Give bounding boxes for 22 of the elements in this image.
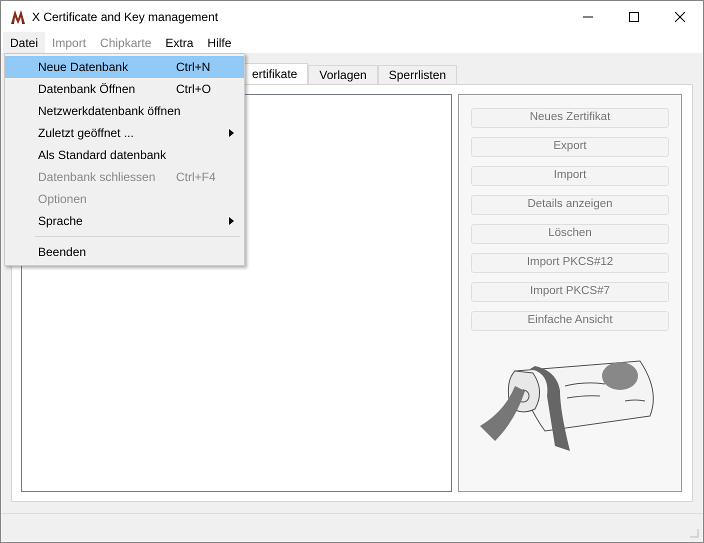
menu-bar-item[interactable]: Extra xyxy=(158,32,200,53)
tab[interactable]: Vorlagen xyxy=(308,65,378,84)
submenu-arrow-icon xyxy=(229,217,234,225)
close-icon xyxy=(675,12,685,22)
menu-item[interactable]: Sprache xyxy=(5,210,244,232)
resize-grip-icon[interactable] xyxy=(688,527,700,539)
submenu-arrow-icon xyxy=(229,129,234,137)
window-title: X Certificate and Key management xyxy=(32,8,218,26)
app-logo-icon xyxy=(10,8,26,24)
shortcut-label: Ctrl+O xyxy=(176,81,212,98)
menu-item[interactable]: Als Standard datenbank xyxy=(5,144,244,166)
menu-item[interactable]: Neue Datenbank Ctrl+N xyxy=(5,56,244,78)
shortcut-label: Ctrl+N xyxy=(176,59,212,76)
tab[interactable]: Sperrlisten xyxy=(378,65,458,84)
shortcut-label: Ctrl+F4 xyxy=(176,169,217,186)
menu-item[interactable]: Beenden xyxy=(5,241,244,263)
menu-bar-item[interactable]: Datei xyxy=(3,32,46,53)
maximize-icon xyxy=(629,12,639,22)
menu-bar-item[interactable]: Hilfe xyxy=(200,32,238,53)
menu-item[interactable]: Netzwerkdatenbank öffnen xyxy=(5,100,244,122)
menu-item[interactable]: Zuletzt geöffnet ... xyxy=(5,122,244,144)
menu-item[interactable]: Datenbank Öffnen Ctrl+O xyxy=(5,78,244,100)
